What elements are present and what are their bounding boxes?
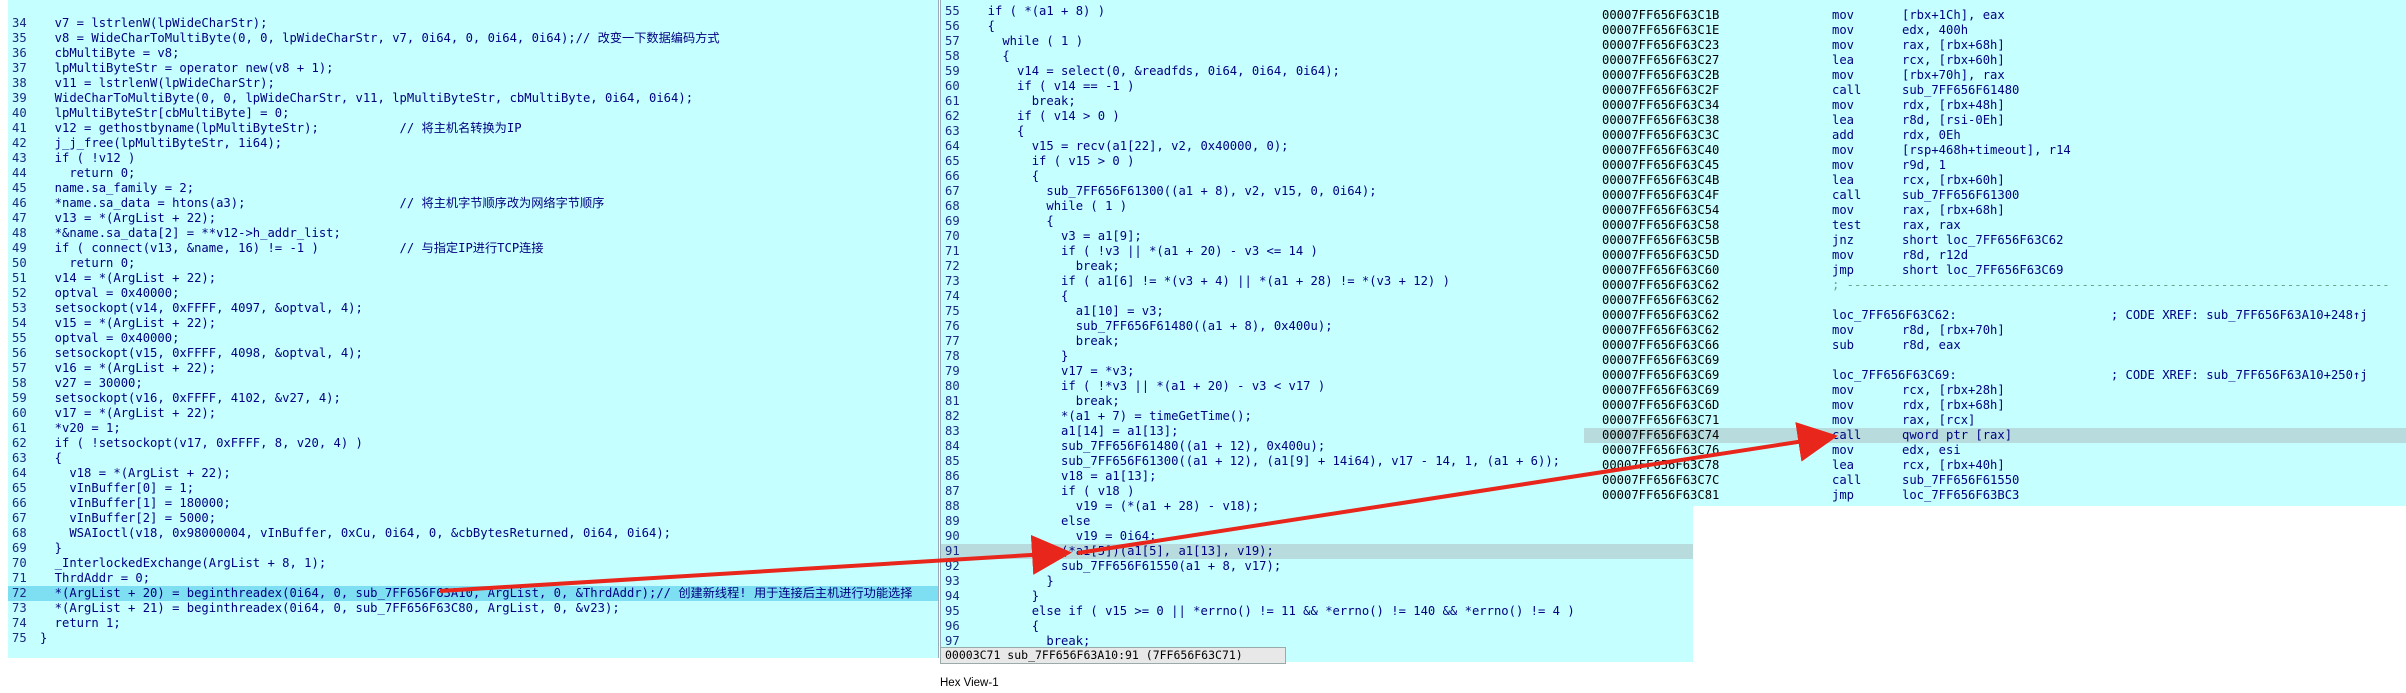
arrow-middle-to-right: [1077, 422, 1838, 555]
annotation-arrows: [439, 422, 1838, 593]
arrow-left-to-middle: [439, 534, 1072, 593]
